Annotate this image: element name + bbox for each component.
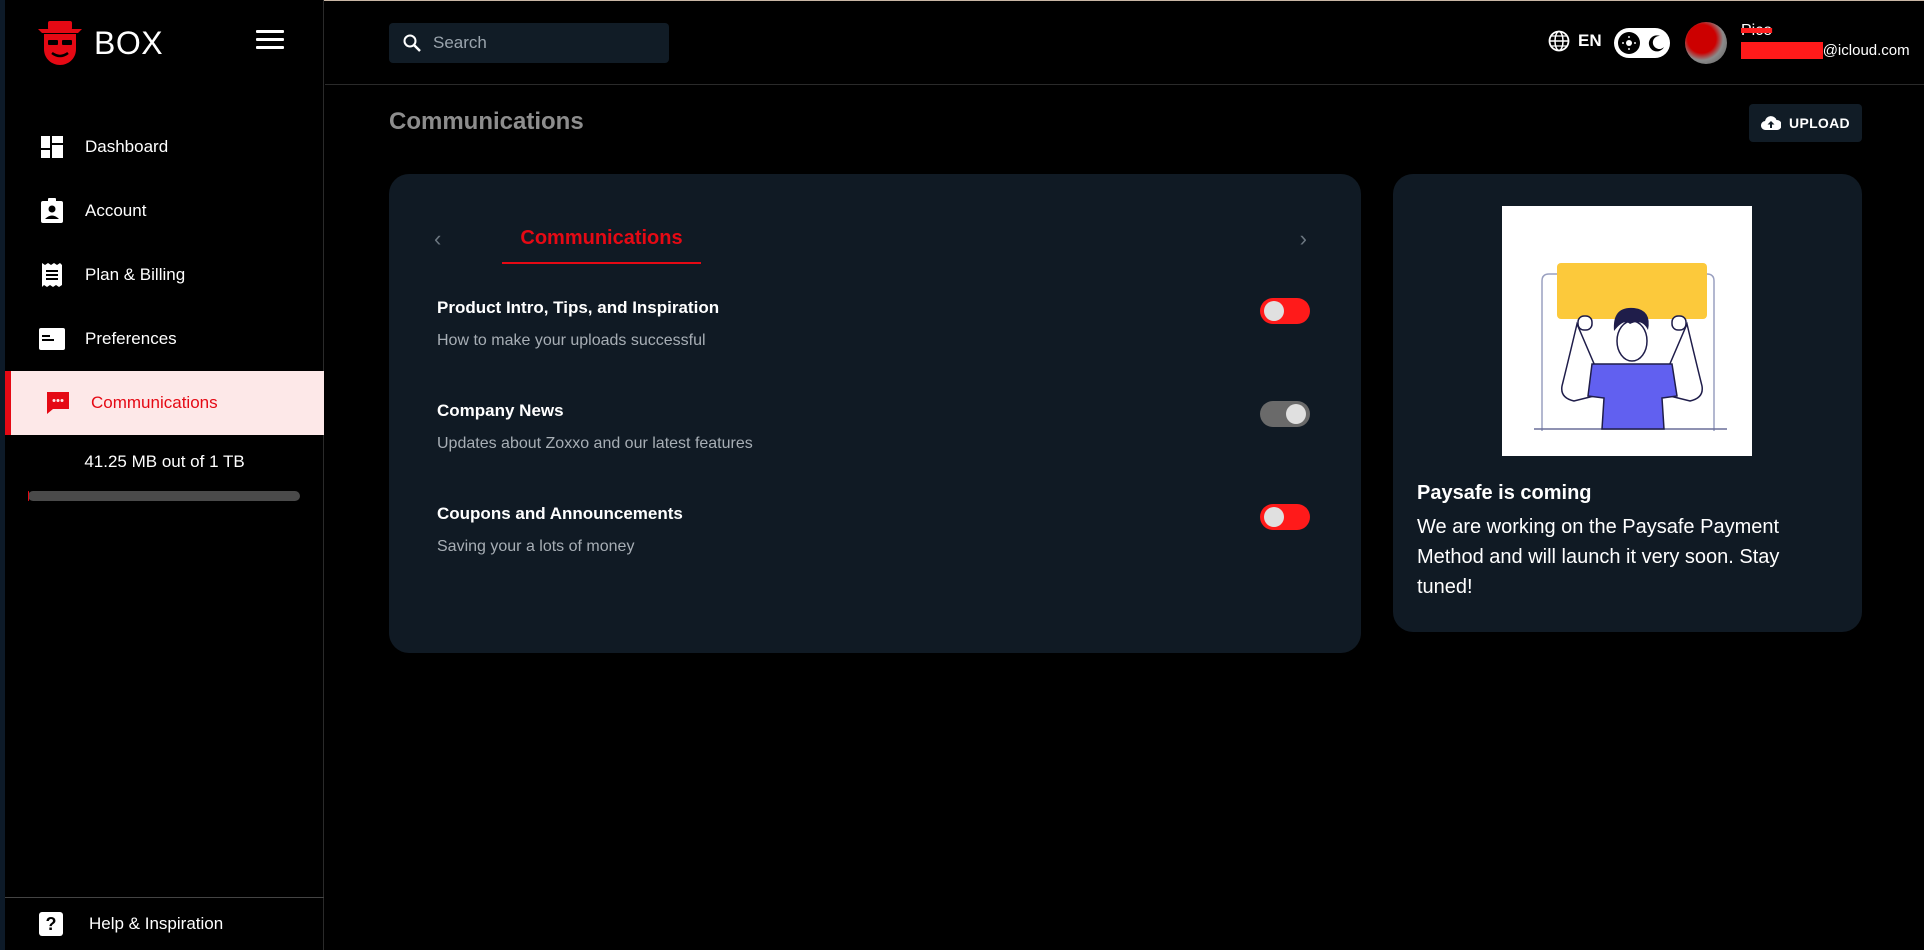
chat-icon xyxy=(45,390,71,416)
help-label: Help & Inspiration xyxy=(89,914,224,933)
avatar[interactable] xyxy=(1685,22,1727,64)
announcement-card: Paysafe is coming We are working on the … xyxy=(1393,174,1862,632)
bandit-logo-icon xyxy=(38,21,82,65)
preference-title: Coupons and Announcements xyxy=(437,504,683,523)
upload-button[interactable]: UPLOAD xyxy=(1749,104,1862,142)
receipt-icon xyxy=(39,262,65,288)
tab-communications[interactable]: Communications xyxy=(502,214,701,264)
top-bar: EN Pico marketplace@icloud.com xyxy=(325,0,1924,85)
sidebar-nav: Dashboard Account Plan & Billing Prefere… xyxy=(5,115,324,435)
preference-title: Company News xyxy=(437,401,564,420)
announcement-illustration xyxy=(1502,206,1752,456)
sidebar-item-plan-billing[interactable]: Plan & Billing xyxy=(5,243,324,307)
sidebar-item-label: Preferences xyxy=(85,329,177,348)
user-info[interactable]: Pico marketplace@icloud.com xyxy=(1741,22,1910,59)
help-inspiration-link[interactable]: ? Help & Inspiration xyxy=(5,897,324,950)
chevron-left-icon[interactable]: ‹ xyxy=(434,226,441,252)
theme-toggle[interactable] xyxy=(1614,28,1670,58)
email-domain: @icloud.com xyxy=(1822,42,1910,59)
storage-progress-bar xyxy=(28,491,300,501)
preference-description: Updates about Zoxxo and our latest featu… xyxy=(437,435,753,452)
announcement-body: We are working on the Paysafe Payment Me… xyxy=(1417,516,1780,598)
sidebar-item-account[interactable]: Account xyxy=(5,179,324,243)
preference-company-news: Company News Updates about Zoxxo and our… xyxy=(437,401,1310,453)
search-input[interactable] xyxy=(433,33,653,53)
user-name: Pico xyxy=(1741,22,1773,39)
sidebar-item-preferences[interactable]: Preferences xyxy=(5,307,324,371)
chevron-right-icon[interactable]: › xyxy=(1300,226,1307,252)
preference-description: Saving your a lots of money xyxy=(437,538,635,555)
sun-icon xyxy=(1618,32,1640,54)
dashboard-icon xyxy=(39,134,65,160)
company-news-toggle[interactable] xyxy=(1260,401,1310,427)
communications-card: ‹ Communications › Product Intro, Tips, … xyxy=(389,174,1361,653)
help-icon: ? xyxy=(39,912,63,936)
globe-icon xyxy=(1548,30,1570,52)
search-icon xyxy=(403,34,421,52)
search-box[interactable] xyxy=(389,23,669,63)
language-code: EN xyxy=(1578,31,1602,50)
sidebar: BOX Dashboard Account Plan & Billing Pre… xyxy=(0,0,324,950)
announcement-title: Paysafe is coming xyxy=(1417,482,1592,504)
sidebar-item-label: Plan & Billing xyxy=(85,265,186,284)
email-redacted: marketplace xyxy=(1741,42,1823,59)
sidebar-item-label: Communications xyxy=(91,393,218,412)
upload-label: UPLOAD xyxy=(1789,115,1850,131)
hamburger-menu-icon[interactable] xyxy=(256,30,284,52)
coupons-toggle[interactable] xyxy=(1260,504,1310,530)
sidebar-item-label: Dashboard xyxy=(85,137,169,156)
moon-icon xyxy=(1648,35,1664,52)
account-badge-icon xyxy=(39,198,65,224)
sidebar-item-label: Account xyxy=(85,201,147,220)
preference-description: How to make your uploads successful xyxy=(437,332,706,349)
preference-coupons: Coupons and Announcements Saving your a … xyxy=(437,504,1310,556)
brand[interactable]: BOX xyxy=(34,18,163,68)
cloud-upload-icon xyxy=(1761,116,1782,131)
user-email: marketplace@icloud.com xyxy=(1741,42,1910,59)
sidebar-item-dashboard[interactable]: Dashboard xyxy=(5,115,324,179)
preference-product-intro: Product Intro, Tips, and Inspiration How… xyxy=(437,298,1310,350)
storage-usage-text: 41.25 MB out of 1 TB xyxy=(84,452,245,471)
language-selector[interactable]: EN xyxy=(1548,30,1602,52)
product-intro-toggle[interactable] xyxy=(1260,298,1310,324)
tab-label: Communications xyxy=(520,226,683,249)
preferences-icon xyxy=(39,326,65,352)
page-title: Communications xyxy=(389,108,584,135)
brand-name: BOX xyxy=(94,24,164,61)
tab-bar: ‹ Communications › xyxy=(427,214,1307,266)
sidebar-item-communications[interactable]: Communications xyxy=(5,371,324,435)
preference-title: Product Intro, Tips, and Inspiration xyxy=(437,298,720,317)
